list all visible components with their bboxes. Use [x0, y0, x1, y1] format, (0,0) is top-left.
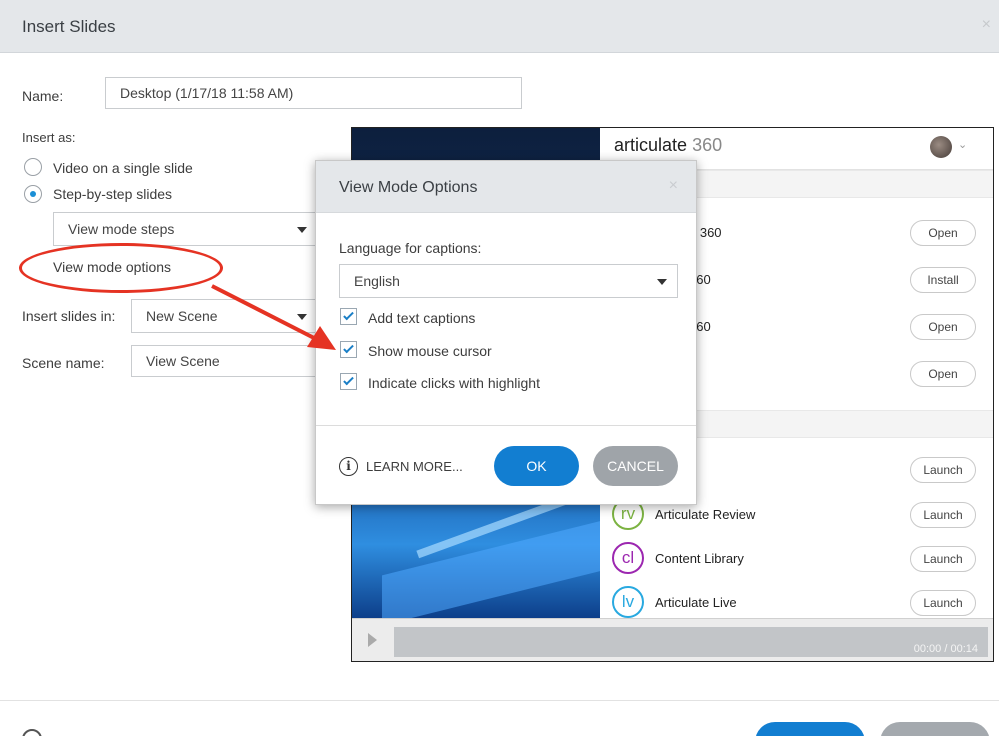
dialog-cancel-button[interactable]	[880, 722, 990, 736]
annotation-arrow	[211, 284, 336, 350]
insert-button[interactable]	[755, 722, 865, 736]
divider	[0, 700, 999, 701]
